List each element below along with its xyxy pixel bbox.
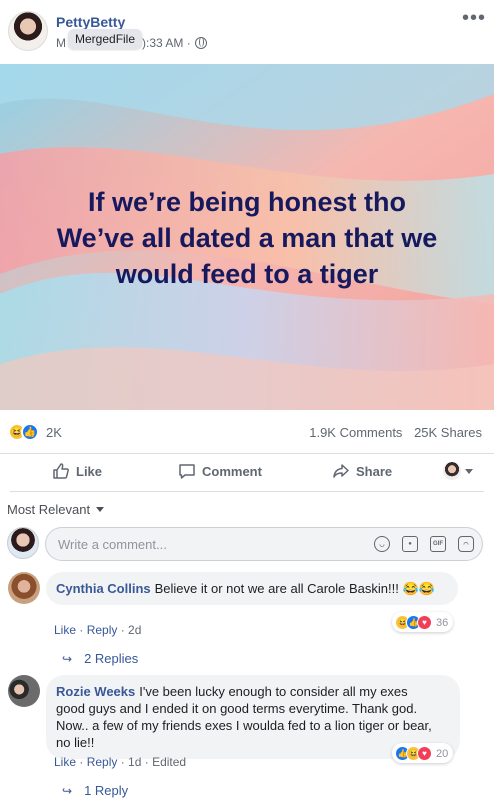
comment-like-link[interactable]: Like [54, 755, 76, 769]
composer-tools: ◡ ● GIF ◠ [374, 536, 474, 552]
comment-reactions[interactable]: 👍 😆 ♥ 20 [392, 743, 454, 763]
audience-selector[interactable] [443, 462, 473, 480]
post-stats: 1.9K Comments 25K Shares [309, 425, 482, 440]
globe-icon [194, 37, 207, 49]
comment-label: Comment [202, 463, 262, 479]
comment-count[interactable]: 1.9K Comments [309, 425, 402, 440]
reactions-summary: 😆 👍 2K 1.9K Comments 25K Shares [0, 410, 494, 454]
reaction-icons[interactable]: 😆 👍 [8, 423, 39, 441]
reply-arrow-icon: ↪ [62, 783, 73, 798]
comment-sort[interactable]: Most Relevant [7, 502, 105, 517]
commenter-avatar[interactable] [8, 675, 40, 707]
comment-reply-link[interactable]: Reply [87, 755, 118, 769]
replies-label: 1 Reply [84, 783, 129, 798]
comment: Rozie Weeks I've been lucky enough to con… [0, 675, 494, 775]
sticker-icon[interactable]: ◠ [458, 536, 474, 552]
edited-label[interactable]: Edited [152, 755, 186, 769]
chevron-down-icon [96, 507, 105, 512]
comment-actions: Like · Reply · 1d · Edited [54, 755, 187, 769]
image-text-line: We’ve all dated a man that we [56, 223, 438, 253]
sort-label: Most Relevant [7, 502, 91, 517]
author-avatar[interactable] [8, 11, 48, 51]
thumbs-up-icon [53, 463, 69, 479]
share-label: Share [356, 463, 393, 479]
more-options-icon[interactable]: ••• [462, 8, 486, 28]
share-icon [333, 464, 349, 478]
comment-icon [179, 464, 195, 479]
comment-reactions[interactable]: 😆 👍 ♥ 36 [392, 612, 454, 632]
comment-actions: Like · Reply · 2d [54, 623, 142, 637]
comment-text-line: good guys and I ended it on good terms e… [56, 701, 418, 716]
view-replies[interactable]: ↪ 1 Reply [62, 783, 128, 798]
comment-text-line: no lie!! [56, 735, 95, 750]
post-actions: Like Comment Share [10, 454, 484, 492]
author-name[interactable]: PettyBetty [56, 14, 125, 30]
reaction-count[interactable]: 2K [46, 425, 62, 440]
comment-reaction-count: 20 [436, 747, 449, 760]
post-header: PettyBetty M MergedFile ):33 AM · ••• [0, 0, 494, 64]
replies-label: 2 Replies [84, 651, 139, 666]
comment-reply-link[interactable]: Reply [87, 623, 118, 637]
camera-icon[interactable]: ● [402, 536, 418, 552]
comment-composer: ◡ ● GIF ◠ [0, 525, 494, 565]
share-button[interactable]: Share [332, 462, 392, 480]
profile-avatar [443, 462, 461, 480]
post-image[interactable]: If we’re being honest tho We’ve all date… [0, 64, 494, 410]
love-icon: ♥ [417, 746, 432, 761]
comment-text: I've been lucky enough to consider all m… [139, 684, 408, 699]
comment-reaction-count: 36 [436, 616, 449, 629]
comment-like-link[interactable]: Like [54, 623, 76, 637]
post-image-text: If we’re being honest tho We’ve all date… [0, 184, 494, 292]
emoji-icon[interactable]: ◡ [374, 536, 390, 552]
like-label: Like [76, 463, 103, 479]
meta-prefix: M [56, 36, 66, 50]
commenter-name[interactable]: Rozie Weeks [56, 684, 135, 699]
post-meta: M MergedFile ):33 AM · [56, 29, 207, 53]
gif-icon[interactable]: GIF [430, 536, 446, 552]
image-text-line: would feed to a tiger [115, 259, 379, 289]
post-timestamp[interactable]: ):33 AM · [142, 36, 191, 50]
love-icon: ♥ [417, 615, 432, 630]
like-button[interactable]: Like [52, 462, 102, 480]
comment-text: Believe it or not we are all Carole Bask… [154, 581, 435, 596]
comment-time[interactable]: 2d [128, 623, 141, 637]
comment-text-line: Now.. a few of my friends exes I woulda … [56, 718, 432, 733]
chevron-down-icon [465, 468, 473, 474]
tooltip: MergedFile [68, 29, 143, 49]
comment-bubble: Cynthia Collins Believe it or not we are … [46, 572, 458, 605]
view-replies[interactable]: ↪ 2 Replies [62, 651, 138, 666]
like-reaction-icon: 👍 [21, 423, 39, 441]
commenter-name[interactable]: Cynthia Collins [56, 581, 151, 596]
comment: Cynthia Collins Believe it or not we are … [0, 572, 494, 652]
reply-arrow-icon: ↪ [62, 651, 73, 666]
share-count[interactable]: 25K Shares [414, 425, 482, 440]
comment-time[interactable]: 1d [128, 755, 141, 769]
comment-button[interactable]: Comment [178, 462, 262, 480]
commenter-avatar[interactable] [8, 572, 40, 604]
image-text-line: If we’re being honest tho [87, 187, 406, 217]
composer-avatar [7, 527, 39, 559]
